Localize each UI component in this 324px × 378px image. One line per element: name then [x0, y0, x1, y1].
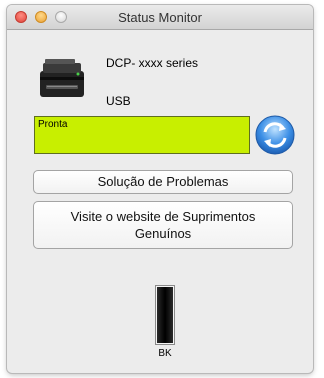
printer-icon: [40, 59, 84, 97]
toner-level-fill: [157, 287, 173, 343]
visit-supplies-label-line2: Genuínos: [134, 226, 192, 241]
toner-label: BK: [158, 348, 172, 359]
visit-supplies-label-line1: Visite o website de Suprimentos: [70, 209, 256, 224]
device-name: DCP- xxxx series: [106, 56, 199, 70]
troubleshoot-label: Solução de Problemas: [97, 174, 229, 189]
title-bar[interactable]: Status Monitor: [7, 5, 313, 30]
connection-type: USB: [106, 94, 131, 108]
status-text: Pronta: [38, 119, 68, 130]
toner-level-bar: [155, 285, 175, 345]
troubleshoot-button[interactable]: Solução de Problemas: [33, 170, 293, 194]
status-display: Pronta: [34, 116, 250, 154]
visit-supplies-button[interactable]: Visite o website de Suprimentos Genuínos: [33, 201, 293, 249]
window-title: Status Monitor: [118, 10, 202, 25]
refresh-icon[interactable]: [254, 114, 296, 156]
